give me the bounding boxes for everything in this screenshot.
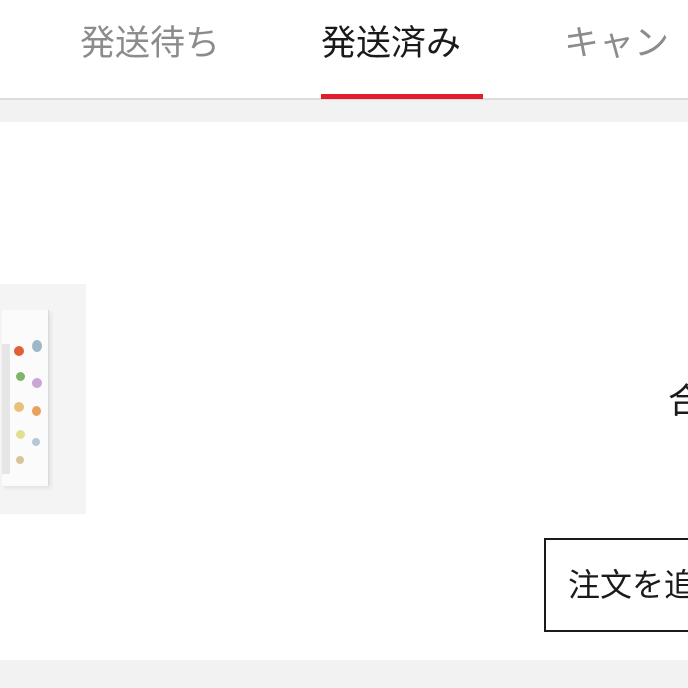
tab-shipped[interactable]: 発送済み <box>321 20 461 68</box>
decor-dot <box>32 378 42 388</box>
decor-dot <box>16 456 24 464</box>
active-tab-indicator <box>321 94 483 99</box>
order-total-label: 合 <box>668 382 688 422</box>
track-order-label: 注文を追 <box>568 566 688 604</box>
decor-dot <box>14 402 24 412</box>
order-history-screen: 発送待ち 発送済み キャン み 合 注文を追 <box>0 0 688 688</box>
decor-dot <box>32 340 42 352</box>
product-thumbnail[interactable] <box>0 284 86 514</box>
decor-dot <box>16 430 25 439</box>
track-order-button[interactable]: 注文を追 <box>544 538 688 632</box>
decor-dot <box>32 406 41 416</box>
decor-dot <box>16 372 25 381</box>
decor-dot <box>14 346 24 356</box>
tab-cancelled[interactable]: キャン <box>564 20 669 68</box>
decor-dot <box>32 438 40 446</box>
box-side-panel <box>2 344 10 474</box>
order-status-tabs: 発送待ち 発送済み キャン <box>0 0 688 100</box>
tab-awaiting-shipment[interactable]: 発送待ち <box>80 20 220 68</box>
order-card: み 合 注文を追 <box>0 122 688 660</box>
product-box-image <box>2 310 49 486</box>
